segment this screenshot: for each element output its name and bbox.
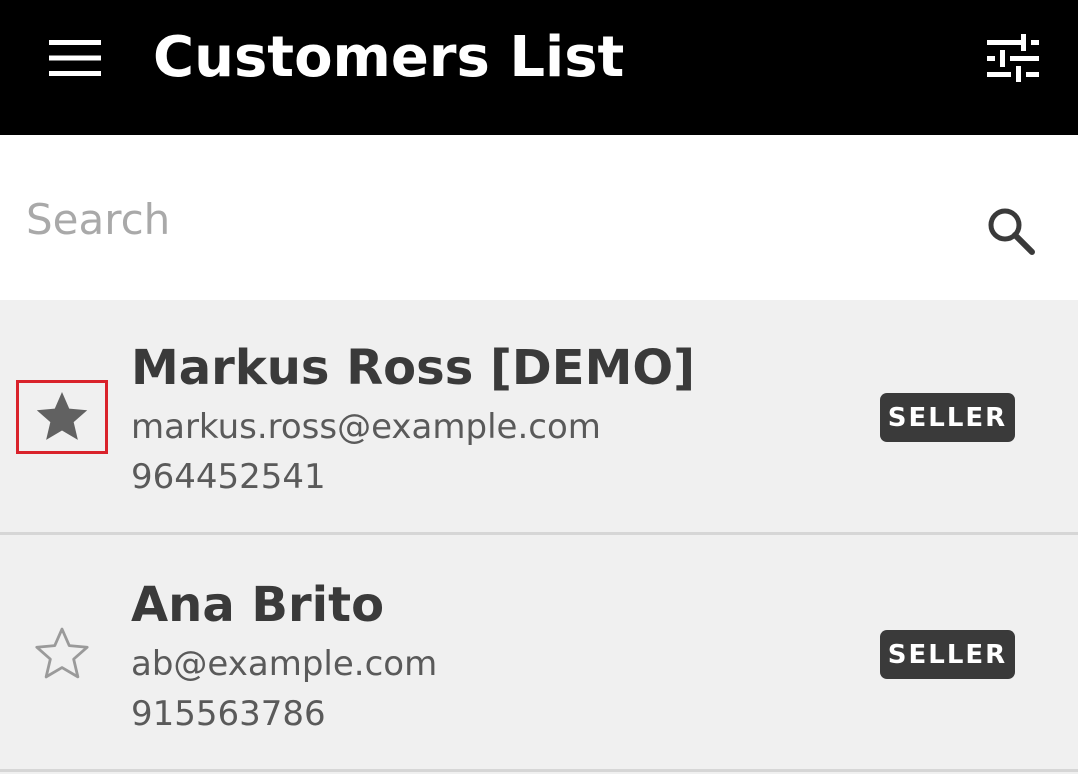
role-badge: SELLER bbox=[880, 630, 1015, 679]
star-outline-icon bbox=[35, 627, 89, 679]
search-input[interactable] bbox=[26, 183, 926, 255]
divider bbox=[0, 769, 1078, 772]
favorite-toggle[interactable] bbox=[16, 380, 108, 454]
page-title: Customers List bbox=[153, 25, 625, 90]
app-bar: Customers List bbox=[0, 0, 1078, 135]
filter-button[interactable] bbox=[972, 22, 1054, 94]
customer-row[interactable]: Markus Ross [DEMO] markus.ross@example.c… bbox=[0, 300, 1078, 535]
search-icon bbox=[988, 208, 1035, 255]
role-badge: SELLER bbox=[880, 393, 1015, 442]
customer-row[interactable]: Ana Brito ab@example.com 915563786 SELLE… bbox=[0, 537, 1078, 772]
menu-button[interactable] bbox=[36, 25, 114, 91]
tune-sliders-icon bbox=[987, 34, 1039, 82]
search-button[interactable] bbox=[978, 198, 1044, 264]
favorite-toggle[interactable] bbox=[16, 617, 108, 691]
customer-name: Markus Ross [DEMO] bbox=[131, 340, 696, 396]
customer-email: markus.ross@example.com bbox=[131, 407, 601, 447]
hamburger-menu-icon bbox=[49, 40, 101, 76]
customer-phone: 915563786 bbox=[131, 694, 326, 734]
customer-name: Ana Brito bbox=[131, 577, 385, 633]
customer-email: ab@example.com bbox=[131, 644, 438, 684]
customer-phone: 964452541 bbox=[131, 457, 326, 497]
divider bbox=[0, 532, 1078, 535]
star-filled-icon bbox=[36, 392, 88, 440]
